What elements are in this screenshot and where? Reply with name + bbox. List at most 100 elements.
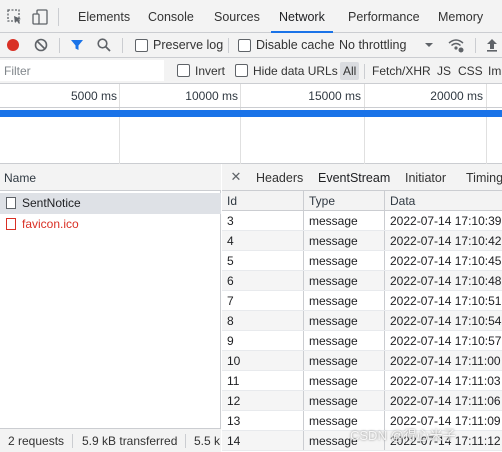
event-type-cell: message — [304, 311, 385, 330]
eventstream-row[interactable]: 9 message 2022-07-14 17:10:57 — [222, 331, 502, 351]
event-id-cell: 5 — [222, 251, 304, 270]
event-data-cell: 2022-07-14 17:10:57 — [390, 334, 502, 348]
inspect-element-icon[interactable] — [6, 8, 24, 26]
request-name: favicon.ico — [22, 217, 79, 231]
timeline-tick-label: 5000 ms — [70, 89, 117, 103]
id-column-header[interactable]: Id — [222, 191, 304, 210]
event-id-cell: 12 — [222, 391, 304, 410]
status-separator — [185, 434, 186, 448]
upload-icon[interactable] — [484, 37, 500, 53]
name-column-header[interactable]: Name — [0, 164, 221, 191]
filter-type-css[interactable]: CSS — [458, 58, 483, 84]
timeline-tick-label: 10000 ms — [185, 89, 238, 103]
tab-performance[interactable]: Performance — [348, 0, 420, 33]
network-toolbar: Preserve log Disable cache No throttling — [0, 33, 502, 58]
tab-headers[interactable]: Headers — [256, 164, 303, 190]
tab-elements[interactable]: Elements — [78, 0, 130, 33]
toolbar-separator — [59, 38, 60, 53]
eventstream-row[interactable]: 11 message 2022-07-14 17:11:03 — [222, 371, 502, 391]
timeline-ruler: 5000 ms 10000 ms 15000 ms 20000 ms — [0, 84, 502, 108]
eventstream-row[interactable]: 5 message 2022-07-14 17:10:45 — [222, 251, 502, 271]
tab-memory[interactable]: Memory — [438, 0, 483, 33]
toolbar-separator — [475, 38, 476, 53]
event-id-cell: 11 — [222, 371, 304, 390]
timeline-tick-label: 20000 ms — [430, 89, 483, 103]
event-type-cell: message — [304, 251, 385, 270]
event-type-cell: message — [304, 271, 385, 290]
tab-timing[interactable]: Timing — [466, 164, 502, 190]
eventstream-row[interactable]: 6 message 2022-07-14 17:10:48 — [222, 271, 502, 291]
event-type-cell: message — [304, 291, 385, 310]
clear-icon[interactable] — [33, 37, 49, 53]
request-row[interactable]: favicon.ico — [0, 214, 221, 235]
event-type-cell: message — [304, 331, 385, 350]
event-id-cell: 9 — [222, 331, 304, 350]
device-toolbar-icon[interactable] — [31, 8, 49, 26]
filter-input[interactable] — [0, 60, 164, 81]
eventstream-row[interactable]: 12 message 2022-07-14 17:11:06 — [222, 391, 502, 411]
event-data-cell: 2022-07-14 17:11:06 — [390, 394, 501, 408]
invert-checkbox[interactable] — [177, 64, 190, 77]
chevron-down-icon[interactable] — [424, 39, 434, 51]
toolbar-separator — [228, 38, 229, 53]
disable-cache-label: Disable cache — [256, 38, 335, 52]
document-icon — [6, 218, 16, 230]
eventstream-table: Id Type Data 3 message 2022-07-14 17:10:39… — [222, 191, 502, 452]
event-data-cell: 2022-07-14 17:10:48 — [390, 274, 502, 288]
filter-icon[interactable] — [69, 37, 85, 53]
tab-network[interactable]: Network — [271, 0, 333, 33]
search-icon[interactable] — [96, 37, 112, 53]
preserve-log-label: Preserve log — [153, 38, 224, 52]
event-type-cell: message — [304, 211, 385, 230]
tab-separator — [58, 8, 59, 26]
document-icon — [6, 197, 16, 209]
tab-initiator[interactable]: Initiator — [405, 164, 446, 190]
hide-data-urls-checkbox[interactable] — [235, 64, 248, 77]
tab-eventstream[interactable]: EventStream — [318, 164, 390, 190]
filter-type-fetch-xhr[interactable]: Fetch/XHR — [372, 58, 431, 84]
network-conditions-icon[interactable] — [448, 37, 464, 53]
filter-type-js[interactable]: JS — [437, 58, 451, 84]
close-icon[interactable]: ✕ — [228, 169, 244, 185]
details-tab-bar: ✕ Headers EventStream Initiator Timing — [222, 164, 502, 191]
event-id-cell: 6 — [222, 271, 304, 290]
event-id-cell: 8 — [222, 311, 304, 330]
disable-cache-checkbox[interactable] — [238, 39, 251, 52]
eventstream-row[interactable]: 10 message 2022-07-14 17:11:00 — [222, 351, 502, 371]
timeline-overview[interactable]: 5000 ms 10000 ms 15000 ms 20000 ms — [0, 84, 502, 164]
event-data-cell: 2022-07-14 17:10:51 — [390, 294, 502, 308]
resources-size: 5.5 k — [194, 434, 221, 448]
invert-label: Invert — [195, 64, 226, 78]
event-data-cell: 2022-07-14 17:10:39 — [390, 214, 502, 228]
request-name: SentNotice — [22, 196, 81, 210]
event-id-cell: 7 — [222, 291, 304, 310]
eventstream-row[interactable]: 7 message 2022-07-14 17:10:51 — [222, 291, 502, 311]
toolbar-separator — [364, 64, 365, 79]
filter-type-img[interactable]: Im — [488, 58, 501, 84]
eventstream-row[interactable]: 3 message 2022-07-14 17:10:39 — [222, 211, 502, 231]
event-type-cell: message — [304, 371, 385, 390]
type-column-header[interactable]: Type — [304, 191, 385, 210]
tab-sources[interactable]: Sources — [214, 0, 260, 33]
event-type-cell: message — [304, 231, 385, 250]
data-column-header[interactable]: Data — [385, 191, 502, 210]
watermark: CSDN @得心米子 — [350, 428, 456, 443]
transferred-size: 5.9 kB transferred — [82, 434, 178, 448]
eventstream-header-row: Id Type Data — [222, 191, 502, 211]
timeline-tick-label: 15000 ms — [308, 89, 361, 103]
tab-console[interactable]: Console — [148, 0, 194, 33]
event-id-cell: 3 — [222, 211, 304, 230]
event-type-cell: message — [304, 391, 385, 410]
request-timing-bar — [0, 110, 502, 117]
event-data-cell: 2022-07-14 17:11:03 — [390, 374, 501, 388]
eventstream-row[interactable]: 4 message 2022-07-14 17:10:42 — [222, 231, 502, 251]
eventstream-row[interactable]: 8 message 2022-07-14 17:10:54 — [222, 311, 502, 331]
request-row[interactable]: SentNotice — [0, 193, 221, 214]
preserve-log-checkbox[interactable] — [135, 39, 148, 52]
filter-type-all[interactable]: All — [340, 62, 360, 80]
event-data-cell: 2022-07-14 17:11:00 — [390, 354, 501, 368]
record-icon[interactable] — [5, 37, 21, 53]
throttling-select[interactable]: No throttling — [339, 33, 406, 58]
devtools-tab-bar: Elements Console Sources Network Perform… — [0, 0, 502, 33]
event-data-cell: 2022-07-14 17:10:42 — [390, 234, 502, 248]
